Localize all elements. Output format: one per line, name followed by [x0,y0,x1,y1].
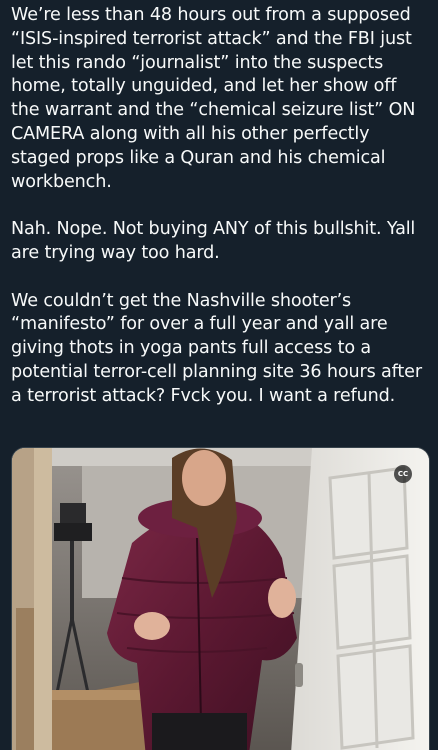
post-paragraph-3: We couldn’t get the Nashville shooter’s … [11,290,422,406]
closed-captions-icon[interactable]: CC [394,465,412,483]
post-body: We’re less than 48 hours out from a supp… [11,4,429,432]
tweet-view: We’re less than 48 hours out from a supp… [0,0,438,750]
post-paragraph-2: Nah. Nope. Not buying ANY of this bullsh… [11,219,416,263]
post-paragraph-1: We’re less than 48 hours out from a supp… [11,5,416,192]
video-player[interactable]: CC [11,447,430,750]
video-frame [12,448,429,750]
